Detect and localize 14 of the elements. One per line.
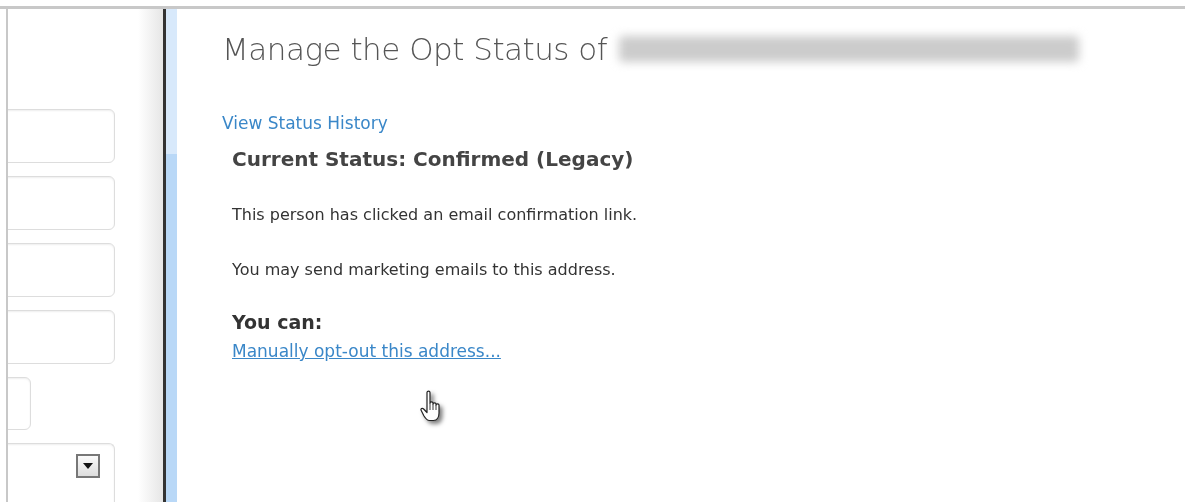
dropdown-field[interactable] — [8, 443, 115, 502]
status-history-link[interactable]: View Status History — [222, 113, 388, 133]
text-field[interactable] — [8, 176, 115, 230]
actions-heading: You can: — [232, 311, 324, 333]
caret-down-icon — [83, 463, 93, 469]
text-field[interactable] — [8, 109, 115, 163]
dropdown-button[interactable] — [76, 454, 100, 478]
status-message: This person has clicked an email confirmation link. — [232, 205, 639, 224]
text-field[interactable] — [8, 243, 115, 297]
opt-out-link[interactable]: Manually opt-out this address... — [232, 341, 501, 361]
current-status-heading: Current Status: Confirmed (Legacy) — [232, 147, 635, 171]
page-title: Manage the Opt Status of — [222, 31, 608, 67]
status-message: You may send marketing emails to this address. — [232, 260, 617, 279]
text-field[interactable] — [8, 310, 115, 364]
